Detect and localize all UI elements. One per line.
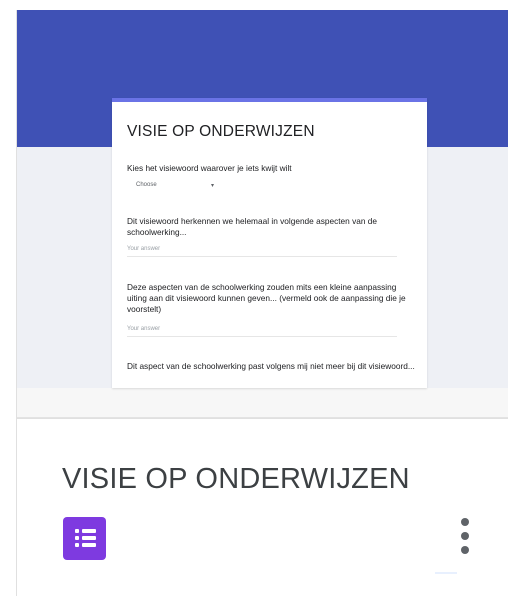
question-2-answer: Your answer bbox=[127, 246, 397, 257]
google-forms-icon bbox=[63, 517, 106, 560]
question-3-answer: Your answer bbox=[127, 326, 397, 337]
question-2-text: Dit visiewoord herkennen we helemaal in … bbox=[127, 216, 377, 237]
card-divider bbox=[17, 418, 508, 419]
chevron-down-icon: ▾ bbox=[211, 183, 215, 189]
form-card[interactable]: VISIE OP ONDERWIJZEN Kies het visiewoord… bbox=[16, 10, 508, 596]
form-preview-thumbnail[interactable]: VISIE OP ONDERWIJZEN Kies het visiewoord… bbox=[17, 10, 508, 418]
question-1-text: Kies het visiewoord waarover je iets kwi… bbox=[127, 163, 292, 173]
question-3-text: Deze aspecten van de schoolwerking zoude… bbox=[127, 282, 406, 314]
form-preview-paper: VISIE OP ONDERWIJZEN Kies het visiewoord… bbox=[112, 98, 427, 388]
more-vert-icon[interactable] bbox=[453, 516, 477, 560]
card-title[interactable]: VISIE OP ONDERWIJZEN bbox=[62, 463, 410, 496]
form-preview-title: VISIE OP ONDERWIJZEN bbox=[127, 123, 315, 140]
focus-underline bbox=[435, 572, 457, 574]
question-4-text: Dit aspect van de schoolwerking past vol… bbox=[127, 361, 415, 371]
thumbnail-bottom-band bbox=[17, 388, 508, 418]
question-1-dropdown: Choose bbox=[136, 182, 157, 188]
